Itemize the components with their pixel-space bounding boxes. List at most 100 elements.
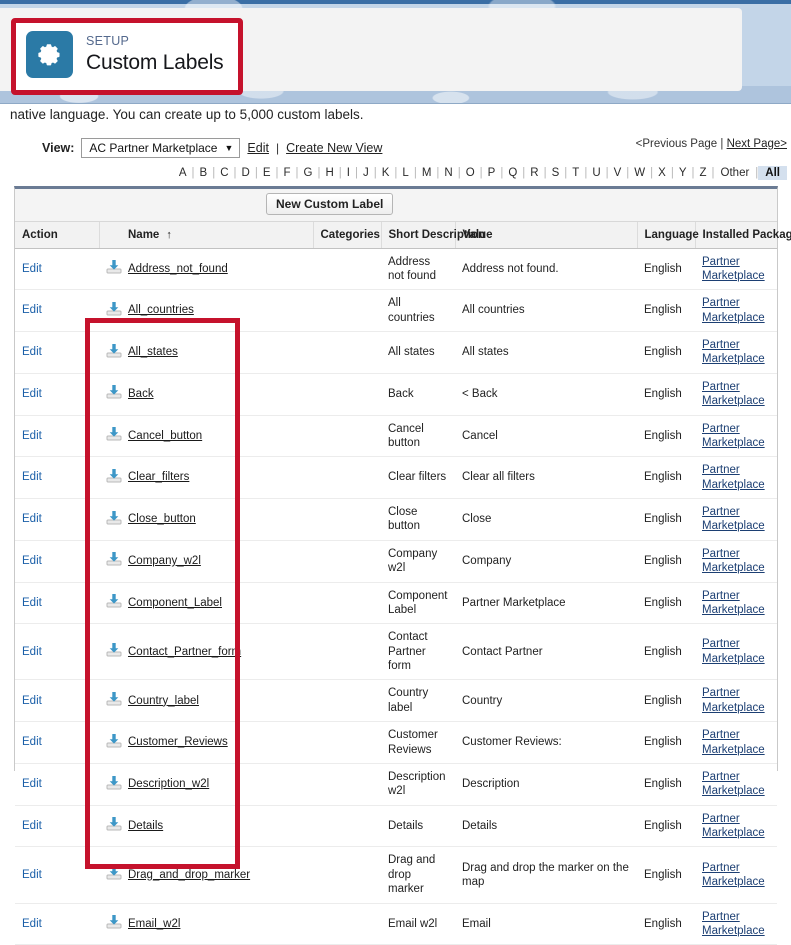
alpha-filter-n[interactable]: N: [439, 167, 457, 179]
alpha-filter-v[interactable]: V: [609, 167, 627, 179]
column-header-installed-package[interactable]: Installed Package: [695, 222, 791, 249]
view-select[interactable]: AC Partner Marketplace ▼: [81, 138, 241, 158]
installed-package-link[interactable]: Partner Marketplace: [702, 686, 771, 715]
installed-package-link[interactable]: Partner Marketplace: [702, 910, 771, 939]
alpha-filter-b[interactable]: B: [195, 167, 213, 179]
alpha-filter-r[interactable]: R: [525, 167, 543, 179]
cell-name: Drag_and_drop_marker: [121, 846, 313, 904]
column-header-language[interactable]: Language: [637, 222, 699, 249]
installed-package-link[interactable]: Partner Marketplace: [702, 255, 771, 284]
alpha-filter-d[interactable]: D: [237, 167, 255, 179]
cell-action: Edit: [15, 498, 99, 541]
cell-short-description: All countries: [381, 289, 455, 332]
installed-package-link[interactable]: Partner Marketplace: [702, 728, 771, 757]
alpha-filter-q[interactable]: Q: [503, 167, 522, 179]
installed-package-link[interactable]: Partner Marketplace: [702, 547, 771, 576]
installed-package-link[interactable]: Partner Marketplace: [702, 463, 771, 492]
installed-package-link[interactable]: Partner Marketplace: [702, 812, 771, 841]
label-name-link[interactable]: Details: [128, 820, 163, 832]
label-name-link[interactable]: Company_w2l: [128, 555, 201, 567]
alpha-filter-other[interactable]: Other: [715, 167, 756, 179]
edit-link[interactable]: Edit: [22, 304, 42, 316]
label-name-link[interactable]: Email_w2l: [128, 918, 180, 930]
edit-link[interactable]: Edit: [22, 695, 42, 707]
cell-installed-package: Partner Marketplace: [695, 846, 777, 904]
installed-package-link[interactable]: Partner Marketplace: [702, 296, 771, 325]
label-name-link[interactable]: Cancel_button: [128, 430, 202, 442]
alpha-filter-j[interactable]: J: [358, 167, 374, 179]
next-page-link[interactable]: Next Page>: [727, 138, 787, 150]
cell-action: Edit: [15, 373, 99, 416]
alpha-filter-h[interactable]: H: [320, 167, 338, 179]
installed-package-link[interactable]: Partner Marketplace: [702, 861, 771, 890]
edit-link[interactable]: Edit: [22, 346, 42, 358]
installed-package-link[interactable]: Partner Marketplace: [702, 505, 771, 534]
alpha-filter-p[interactable]: P: [483, 167, 501, 179]
installed-package-download-icon: [106, 468, 122, 483]
alpha-filter-t[interactable]: T: [567, 167, 584, 179]
alpha-filter-a[interactable]: A: [174, 167, 192, 179]
installed-package-link[interactable]: Partner Marketplace: [702, 422, 771, 451]
previous-page-link[interactable]: <Previous Page: [636, 138, 718, 150]
edit-link[interactable]: Edit: [22, 778, 42, 790]
installed-package-link[interactable]: Partner Marketplace: [702, 380, 771, 409]
label-name-link[interactable]: Description_w2l: [128, 778, 209, 790]
alpha-filter-z[interactable]: Z: [695, 167, 712, 179]
label-name-link[interactable]: Customer_Reviews: [128, 736, 228, 748]
edit-link[interactable]: Edit: [22, 736, 42, 748]
alpha-filter-s[interactable]: S: [547, 167, 565, 179]
alpha-filter-c[interactable]: C: [215, 167, 233, 179]
edit-link[interactable]: Edit: [22, 430, 42, 442]
alpha-filter-l[interactable]: L: [397, 167, 413, 179]
edit-link[interactable]: Edit: [22, 388, 42, 400]
alpha-filter-w[interactable]: W: [629, 167, 650, 179]
alpha-filter-m[interactable]: M: [417, 167, 437, 179]
alpha-filter-g[interactable]: G: [299, 167, 318, 179]
new-custom-label-button[interactable]: New Custom Label: [266, 193, 394, 215]
installed-package-link[interactable]: Partner Marketplace: [702, 770, 771, 799]
label-name-link[interactable]: Contact_Partner_form: [128, 646, 241, 658]
alpha-filter-f[interactable]: F: [278, 167, 295, 179]
edit-link[interactable]: Edit: [22, 513, 42, 525]
label-name-link[interactable]: Address_not_found: [128, 263, 228, 275]
edit-link[interactable]: Edit: [22, 869, 42, 881]
label-name-link[interactable]: All_countries: [128, 304, 194, 316]
installed-package-link[interactable]: Partner Marketplace: [702, 338, 771, 367]
cell-value: Address not found.: [455, 248, 637, 291]
edit-link[interactable]: Edit: [22, 555, 42, 567]
label-name-link[interactable]: Clear_filters: [128, 471, 189, 483]
cell-action: Edit: [15, 679, 99, 723]
column-header-short-description[interactable]: Short Description: [381, 222, 485, 249]
edit-view-link[interactable]: Edit: [247, 141, 269, 155]
alpha-filter-k[interactable]: K: [377, 167, 395, 179]
edit-link[interactable]: Edit: [22, 263, 42, 275]
edit-link[interactable]: Edit: [22, 471, 42, 483]
label-name-link[interactable]: Back: [128, 388, 154, 400]
edit-link[interactable]: Edit: [22, 918, 42, 930]
alpha-filter-x[interactable]: X: [653, 167, 671, 179]
label-name-link[interactable]: Country_label: [128, 695, 199, 707]
column-header-name[interactable]: Name ↑: [121, 222, 314, 249]
table-row: Edit Email_w2l Email w2l Email English Partne…: [15, 903, 777, 945]
label-name-link[interactable]: All_states: [128, 346, 178, 358]
cell-categories: [313, 623, 381, 681]
edit-link[interactable]: Edit: [22, 820, 42, 832]
column-header-value[interactable]: Value: [455, 222, 638, 249]
label-name-link[interactable]: Close_button: [128, 513, 196, 525]
installed-package-link[interactable]: Partner Marketplace: [702, 637, 771, 666]
edit-link[interactable]: Edit: [22, 646, 42, 658]
alpha-filter-u[interactable]: U: [587, 167, 605, 179]
label-name-link[interactable]: Component_Label: [128, 597, 222, 609]
alpha-filter-e[interactable]: E: [258, 167, 276, 179]
edit-link[interactable]: Edit: [22, 597, 42, 609]
column-header-action[interactable]: Action: [15, 222, 100, 249]
alpha-filter-i[interactable]: I: [342, 167, 355, 179]
cell-name: Description_w2l: [121, 763, 313, 806]
alpha-filter-all[interactable]: All: [758, 166, 787, 180]
alpha-filter-y[interactable]: Y: [674, 167, 692, 179]
label-name-link[interactable]: Drag_and_drop_marker: [128, 869, 250, 881]
column-header-categories[interactable]: Categories: [313, 222, 382, 249]
alpha-filter-o[interactable]: O: [461, 167, 480, 179]
installed-package-link[interactable]: Partner Marketplace: [702, 589, 771, 618]
create-new-view-link[interactable]: Create New View: [286, 141, 382, 155]
